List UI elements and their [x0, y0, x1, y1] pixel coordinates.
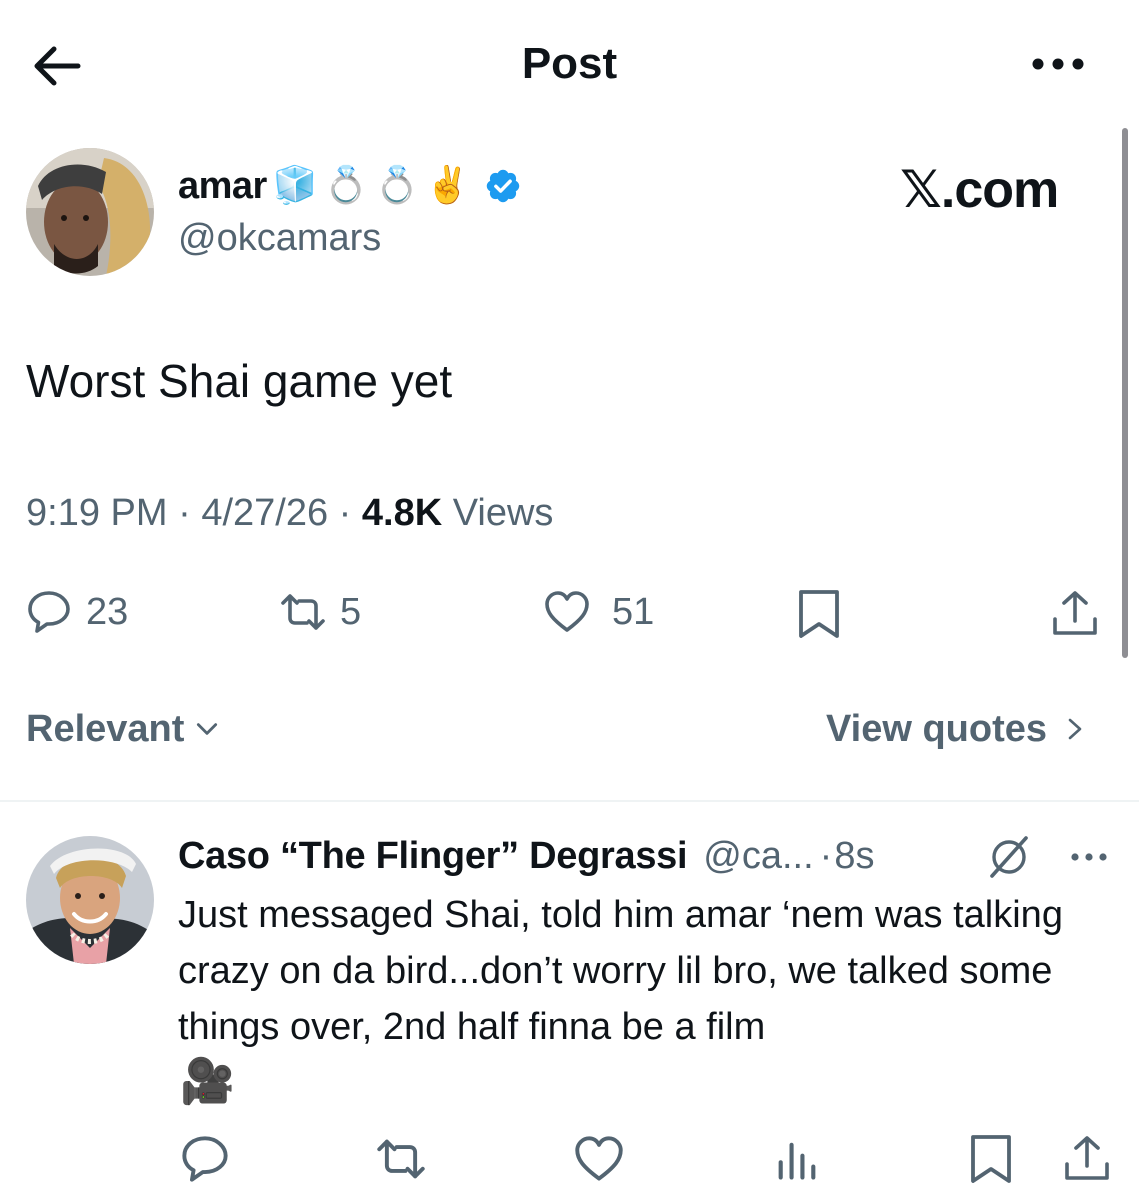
view-quotes-label: View quotes — [826, 708, 1048, 750]
reply-button[interactable]: 23 — [26, 582, 128, 642]
like-count: 51 — [612, 591, 655, 633]
views-count[interactable]: 4.8K — [362, 492, 442, 534]
chevron-right-icon — [1063, 715, 1087, 743]
victory-hand-emoji: ✌️ — [425, 165, 471, 206]
divider — [0, 800, 1139, 802]
reply-header[interactable]: Caso “The Flinger” Degrassi @ca... · 8s — [178, 828, 874, 884]
reply-timestamp[interactable]: 8s — [834, 831, 874, 881]
analytics-bars-icon — [778, 1142, 816, 1180]
reply-count: 23 — [86, 591, 129, 633]
view-quotes-link[interactable]: View quotes — [826, 704, 1087, 754]
bookmark-icon — [796, 589, 842, 638]
bookmark-icon — [971, 1135, 1011, 1183]
scrollbar[interactable] — [1122, 128, 1128, 658]
views-label[interactable]: Views — [453, 492, 554, 534]
page-title: Post — [521, 39, 618, 88]
reply-separator: · — [819, 835, 833, 877]
reply-bookmark-button[interactable] — [968, 1134, 1018, 1184]
more-options-icon[interactable] — [1028, 50, 1088, 78]
post-date: 4/27/26 — [201, 492, 329, 534]
sort-relevant-dropdown[interactable]: Relevant — [26, 704, 220, 754]
reply-reply-button[interactable] — [180, 1134, 230, 1184]
author-handle[interactable]: @okcamars — [178, 214, 381, 262]
repost-icon — [377, 1139, 425, 1179]
meta-separator: · — [178, 492, 191, 534]
x-brand-logo: 𝕏.com — [900, 161, 1059, 219]
reply-bubble-icon — [182, 1136, 228, 1182]
reply-views-button[interactable] — [772, 1134, 822, 1184]
like-button[interactable]: 51 — [540, 582, 654, 642]
reply-more-icon[interactable] — [1068, 848, 1110, 866]
share-icon — [1050, 589, 1097, 635]
reply-text: Just messaged Shai, told him amar ‘nem w… — [178, 894, 1063, 1048]
post-text: Worst Shai game yet — [26, 355, 453, 407]
post-time: 9:19 PM — [26, 492, 168, 534]
author-display-name[interactable]: amar — [178, 162, 267, 210]
movie-camera-emoji: 🎥 — [180, 1056, 235, 1107]
author-avatar[interactable] — [26, 148, 154, 276]
verified-badge-icon — [484, 167, 522, 205]
reply-bubble-icon — [26, 589, 72, 635]
repost-count: 5 — [340, 591, 362, 633]
ring-emoji: 💍 — [323, 165, 369, 206]
reply-repost-button[interactable] — [376, 1134, 426, 1184]
chevron-down-icon — [194, 716, 220, 742]
heart-icon — [540, 589, 589, 635]
bookmark-button[interactable] — [796, 582, 842, 642]
reply-like-button[interactable] — [574, 1134, 624, 1184]
reply-share-button[interactable] — [1062, 1134, 1112, 1184]
reply-author-avatar[interactable] — [26, 836, 154, 964]
repost-icon — [280, 589, 326, 635]
reply-handle[interactable]: @ca... — [703, 831, 813, 881]
share-button[interactable] — [1050, 582, 1097, 642]
repost-button[interactable]: 5 — [280, 582, 361, 642]
post-metadata: 9:19 PM · 4/27/26 · 4.8K Views — [26, 488, 553, 538]
author-name-row[interactable]: amar 🧊 💍 💍 ✌️ — [178, 160, 522, 212]
share-icon — [1065, 1136, 1109, 1180]
grok-icon[interactable] — [986, 834, 1032, 880]
sort-label: Relevant — [26, 708, 185, 750]
heart-icon — [575, 1136, 623, 1181]
ice-cube-emoji: 🧊 — [272, 165, 318, 206]
ring-emoji: 💍 — [374, 165, 420, 206]
meta-separator: · — [338, 492, 352, 534]
reply-display-name[interactable]: Caso “The Flinger” Degrassi — [178, 831, 688, 881]
